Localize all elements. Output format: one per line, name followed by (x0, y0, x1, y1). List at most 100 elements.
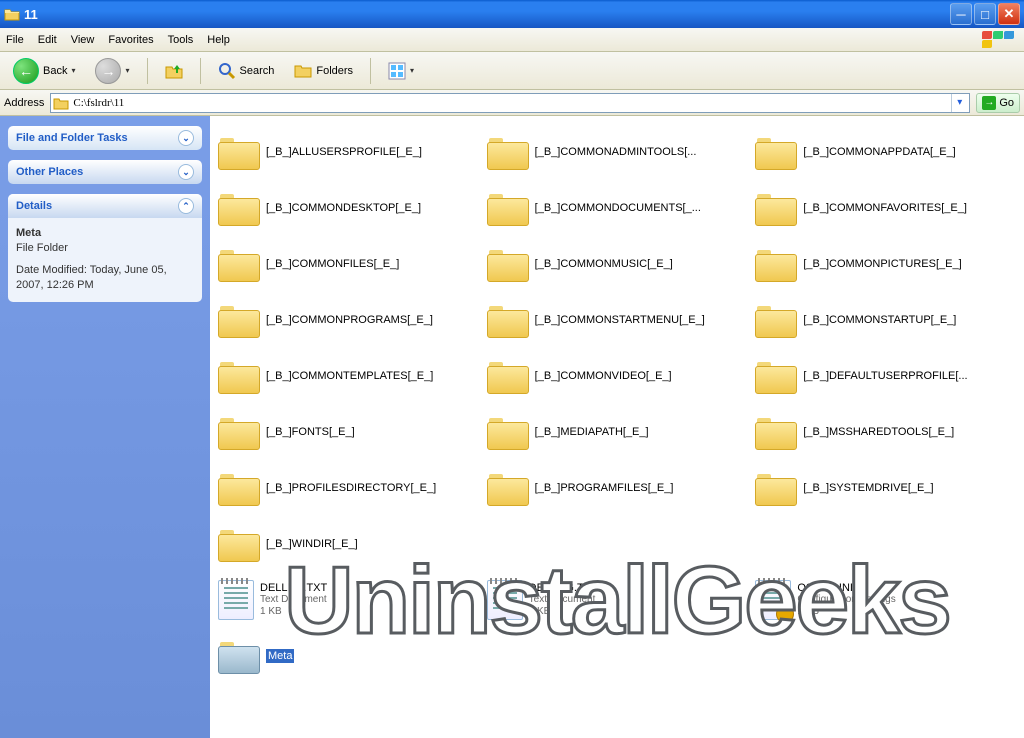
panel-tasks-header[interactable]: File and Folder Tasks ⌄ (8, 126, 202, 150)
folder-icon (755, 414, 797, 450)
file-label: [_B_]COMMONDOCUMENTS[_... (535, 202, 701, 214)
file-item[interactable]: [_B_]COMMONTEMPLATES[_E_] (214, 348, 483, 404)
folder-icon (487, 358, 529, 394)
folder-icon (218, 190, 260, 226)
file-item[interactable]: Meta (214, 628, 483, 684)
file-item[interactable]: [_B_]PROGRAMFILES[_E_] (483, 460, 752, 516)
file-label: [_B_]COMMONADMINTOOLS[... (535, 146, 697, 158)
file-item[interactable]: [_B_]COMMONDOCUMENTS[_... (483, 180, 752, 236)
file-item[interactable]: [_B_]WINDIR[_E_] (214, 516, 483, 572)
folder-icon (487, 134, 529, 170)
file-item[interactable]: [_B_]ALLUSERSPROFILE[_E_] (214, 124, 483, 180)
views-dropdown-icon[interactable]: ▾ (410, 66, 414, 75)
back-button[interactable]: ← Back ▾ (6, 54, 82, 88)
file-item[interactable]: [_B_]COMMONVIDEO[_E_] (483, 348, 752, 404)
search-icon (218, 62, 236, 80)
file-label: [_B_]DEFAULTUSERPROFILE[... (803, 370, 967, 382)
file-item[interactable]: [_B_]COMMONFAVORITES[_E_] (751, 180, 1020, 236)
title-folder-icon (4, 6, 20, 22)
file-item[interactable]: [_B_]COMMONADMINTOOLS[... (483, 124, 752, 180)
minimize-button[interactable]: ─ (950, 3, 972, 25)
folder-icon (218, 414, 260, 450)
file-item[interactable]: [_B_]MSSHAREDTOOLS[_E_] (751, 404, 1020, 460)
file-item[interactable]: [_B_]COMMONAPPDATA[_E_] (751, 124, 1020, 180)
details-item-name: Meta (16, 226, 194, 241)
file-item[interactable]: [_B_]COMMONSTARTMENU[_E_] (483, 292, 752, 348)
file-item[interactable]: [_B_]COMMONSTARTUP[_E_] (751, 292, 1020, 348)
panel-details-header[interactable]: Details ⌃ (8, 194, 202, 218)
address-dropdown-icon[interactable]: ▾ (951, 94, 967, 112)
file-label: [_B_]COMMONTEMPLATES[_E_] (266, 370, 433, 382)
folder-icon (487, 470, 529, 506)
back-label: Back (43, 65, 67, 77)
search-button[interactable]: Search (211, 58, 282, 84)
file-item[interactable]: [_B_]DEFAULTUSERPROFILE[... (751, 348, 1020, 404)
panel-places-title: Other Places (16, 166, 83, 178)
folder-icon (218, 134, 260, 170)
text-file-icon (487, 580, 523, 620)
file-item[interactable]: [_B_]FONTS[_E_] (214, 404, 483, 460)
file-item[interactable]: DELREG.TXTText Document1 KB (483, 572, 752, 628)
panel-places: Other Places ⌄ (8, 160, 202, 184)
menu-edit[interactable]: Edit (38, 34, 57, 46)
menu-help[interactable]: Help (207, 34, 230, 46)
file-item[interactable]: [_B_]COMMONDESKTOP[_E_] (214, 180, 483, 236)
file-label: [_B_]COMMONFILES[_E_] (266, 258, 399, 270)
panel-details: Details ⌃ Meta File Folder Date Modified… (8, 194, 202, 302)
window-title: 11 (24, 7, 950, 22)
file-item[interactable]: DELLIST.TXTText Document1 KB (214, 572, 483, 628)
maximize-button[interactable]: □ (974, 3, 996, 25)
file-item[interactable]: [_B_]COMMONPROGRAMS[_E_] (214, 292, 483, 348)
file-size: 1 KB (797, 606, 895, 618)
sidebar: File and Folder Tasks ⌄ Other Places ⌄ D… (0, 116, 210, 738)
close-button[interactable]: ✕ (998, 3, 1020, 25)
panel-places-header[interactable]: Other Places ⌄ (8, 160, 202, 184)
file-item[interactable]: [_B_]SYSTEMDRIVE[_E_] (751, 460, 1020, 516)
address-field[interactable]: ▾ (50, 93, 970, 113)
collapse-icon[interactable]: ⌃ (178, 198, 194, 214)
search-label: Search (240, 65, 275, 77)
file-label: [_B_]COMMONVIDEO[_E_] (535, 370, 672, 382)
go-button[interactable]: → Go (976, 93, 1020, 113)
expand-icon[interactable]: ⌄ (178, 130, 194, 146)
panel-details-title: Details (16, 200, 52, 212)
up-button[interactable] (158, 58, 190, 84)
file-item[interactable]: [_B_]COMMONPICTURES[_E_] (751, 236, 1020, 292)
ini-file-icon (755, 580, 791, 620)
forward-icon: → (95, 58, 121, 84)
forward-button[interactable]: → ▾ (88, 54, 136, 88)
folder-icon (487, 190, 529, 226)
file-item[interactable]: [_B_]PROFILESDIRECTORY[_E_] (214, 460, 483, 516)
forward-dropdown-icon[interactable]: ▾ (125, 66, 129, 75)
file-list[interactable]: [_B_]ALLUSERSPROFILE[_E_] [_B_]COMMONADMI… (210, 116, 1024, 738)
menu-favorites[interactable]: Favorites (108, 34, 153, 46)
folder-icon (218, 526, 260, 562)
file-label: [_B_]PROGRAMFILES[_E_] (535, 482, 674, 494)
folder-icon (755, 246, 797, 282)
file-size: 1 KB (260, 606, 327, 618)
menu-tools[interactable]: Tools (168, 34, 194, 46)
address-input[interactable] (73, 97, 947, 109)
file-item[interactable]: [_B_]MEDIAPATH[_E_] (483, 404, 752, 460)
file-size: 1 KB (529, 606, 598, 618)
address-bar: Address ▾ → Go (0, 90, 1024, 116)
folders-button[interactable]: Folders (287, 58, 360, 84)
file-item[interactable]: OSVER.INIConfiguration Settings1 KB (751, 572, 1020, 628)
toolbar: ← Back ▾ → ▾ Search Folders ▾ (0, 52, 1024, 90)
file-item[interactable]: [_B_]COMMONMUSIC[_E_] (483, 236, 752, 292)
expand-icon[interactable]: ⌄ (178, 164, 194, 180)
folder-icon (218, 358, 260, 394)
file-label: DELREG.TXT (529, 582, 598, 594)
menu-file[interactable]: File (6, 34, 24, 46)
file-label: [_B_]PROFILESDIRECTORY[_E_] (266, 482, 436, 494)
windows-logo-icon (982, 31, 1018, 49)
file-item[interactable]: [_B_]COMMONFILES[_E_] (214, 236, 483, 292)
text-file-icon (218, 580, 254, 620)
file-label: Meta (266, 649, 294, 663)
file-label: [_B_]COMMONPICTURES[_E_] (803, 258, 961, 270)
menu-view[interactable]: View (71, 34, 95, 46)
folder-icon (218, 246, 260, 282)
folder-icon (218, 470, 260, 506)
views-button[interactable]: ▾ (381, 58, 421, 84)
back-dropdown-icon[interactable]: ▾ (71, 66, 75, 75)
